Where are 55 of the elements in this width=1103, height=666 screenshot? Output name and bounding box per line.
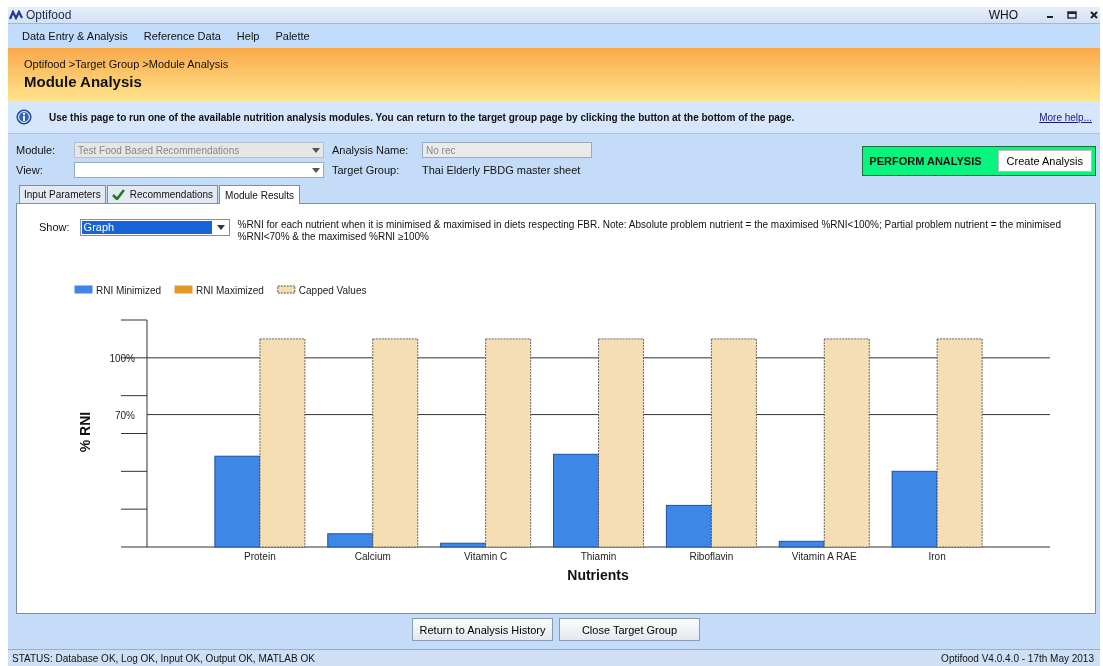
version-text: Optifood V4.0.4.0 - 17th May 2013 <box>941 652 1094 664</box>
close-icon <box>1089 10 1099 20</box>
action-button[interactable]: Close Target Group <box>559 618 700 641</box>
view-dropdown[interactable]: Graph <box>79 219 230 236</box>
menu-item[interactable]: Palette <box>275 30 310 42</box>
category-label: Iron <box>928 551 946 562</box>
category-label: Riboflavin <box>689 551 734 562</box>
category-label: Calcium <box>354 551 391 562</box>
category-label: Vitamin A RAE <box>791 551 857 562</box>
help-link[interactable]: More help... <box>1039 111 1092 123</box>
field-label: Module: <box>16 144 57 156</box>
menu-item[interactable]: Data Entry & Analysis <box>22 30 128 42</box>
category-label: Protein <box>244 551 276 562</box>
tick-label: 100% <box>109 352 135 364</box>
dropdown-arrow-icon <box>312 147 320 153</box>
info-message: Use this page to run one of the available nutrition analysis modules. You can return to the target group page by clicking the button at the bottom of the page. <box>49 111 795 123</box>
check-icon <box>111 189 125 200</box>
app-logo-icon <box>9 10 23 20</box>
user-name: WHO <box>988 8 1018 22</box>
close-button[interactable] <box>1088 9 1100 21</box>
tab[interactable]: Module Results <box>219 185 300 204</box>
maximize-button[interactable] <box>1066 9 1078 21</box>
legend-item: Capped Values <box>277 285 367 296</box>
tick-label: 70% <box>115 409 135 421</box>
dropdown-arrow-icon <box>216 225 225 230</box>
info-icon <box>16 109 32 125</box>
legend-label: Capped Values <box>298 285 367 296</box>
tab[interactable]: Input Parameters <box>19 185 106 203</box>
legend-label: RNI Maximized <box>196 285 264 296</box>
y-axis-title: % RNI <box>77 411 93 453</box>
field-label: View: <box>16 164 44 176</box>
menu-item[interactable]: Help <box>236 30 260 42</box>
status-text: STATUS: Database OK, Log OK, Input OK, Output OK, MATLAB OK <box>12 652 315 664</box>
field-label: Show: <box>39 221 70 233</box>
page-title: Module Analysis <box>24 73 143 90</box>
tab[interactable]: Recommendations <box>106 185 219 203</box>
category-label: Vitamin C <box>464 551 508 562</box>
x-axis-title: Nutrients <box>567 567 629 583</box>
dropdown-arrow-icon <box>312 167 320 173</box>
window-title: Optifood <box>26 8 72 22</box>
restore-icon <box>1067 10 1077 20</box>
field-label: Target Group: <box>332 164 401 176</box>
legend-item: RNI Minimized <box>74 285 161 296</box>
create-analysis-button[interactable]: Create Analysis <box>997 150 1092 172</box>
legend-label: RNI Minimized <box>96 285 162 296</box>
menu-item[interactable]: Reference Data <box>143 30 221 42</box>
dropdown-field[interactable] <box>74 162 324 178</box>
chart-note: %RNI for each nutrient when it is minimised & maximised in diets respecting FBR. Note: Absolute problem nutrient = the maximised %RNI<100%; Partial problem nutrient = the minimised %RNI<70% & the maximised %RNI ≥100% <box>237 219 1062 243</box>
field-label: Analysis Name: <box>332 144 410 156</box>
action-button[interactable]: Return to Analysis History <box>412 618 553 641</box>
field-value: Thai Elderly FBDG master sheet <box>422 164 582 176</box>
legend-item: RNI Maximized <box>174 285 264 296</box>
panel-label: PERFORM ANALYSIS <box>869 155 982 167</box>
category-label: Thiamin <box>580 551 617 562</box>
breadcrumb: Optifood >Target Group >Module Analysis <box>24 58 230 70</box>
